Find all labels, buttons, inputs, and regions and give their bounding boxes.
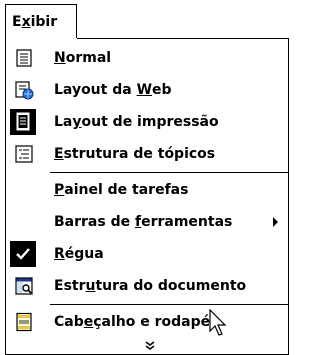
menu-item-ruler[interactable]: Régua [6,239,288,269]
menu-separator [50,172,288,173]
outline-view-icon [14,144,34,164]
view-menu-title[interactable]: Exibir [5,4,77,38]
menu-item-label: Layout de impressão [54,114,219,130]
menu-item-label: Estrutura do documento [54,278,247,294]
menu-item-label: Cabeçalho e rodapé [54,314,211,330]
menu-item-label: Normal [54,50,112,66]
menu-title-text-post: ibir [30,14,58,30]
web-layout-icon [14,80,34,100]
menu-item-web-layout[interactable]: Layout da Web [6,75,288,105]
mouse-cursor-icon [209,308,229,339]
header-footer-icon [14,312,34,332]
normal-view-icon [14,48,34,68]
document-map-icon [14,276,34,296]
checkmark-icon [10,241,36,267]
menu-item-normal[interactable]: Normal [6,43,288,73]
menu-title-text-pre: E [12,14,22,30]
submenu-arrow-icon [273,217,278,227]
menu-item-label: Estrutura de tópicos [54,146,216,162]
menu-title-accelerator: x [21,14,31,30]
menu-item-task-pane[interactable]: Painel de tarefas [6,175,288,205]
menu-item-document-map[interactable]: Estrutura do documento [6,271,288,301]
menu-item-header-footer[interactable]: Cabeçalho e rodapé [6,307,288,337]
menu-item-label: Layout da Web [54,82,172,98]
view-menu-dropdown: Normal Layout da Web Layout de impressão… [5,38,289,355]
menu-item-print-layout[interactable]: Layout de impressão [6,107,288,137]
menu-item-label: Régua [54,246,104,262]
menu-item-outline[interactable]: Estrutura de tópicos [6,139,288,169]
menu-item-label: Painel de tarefas [54,182,189,198]
menu-separator [50,304,288,305]
expand-menu-chevron-icon[interactable] [144,341,156,353]
menu-item-label: Barras de ferramentas [54,214,233,230]
print-layout-icon [10,109,36,135]
menu-item-toolbars[interactable]: Barras de ferramentas [6,207,288,237]
